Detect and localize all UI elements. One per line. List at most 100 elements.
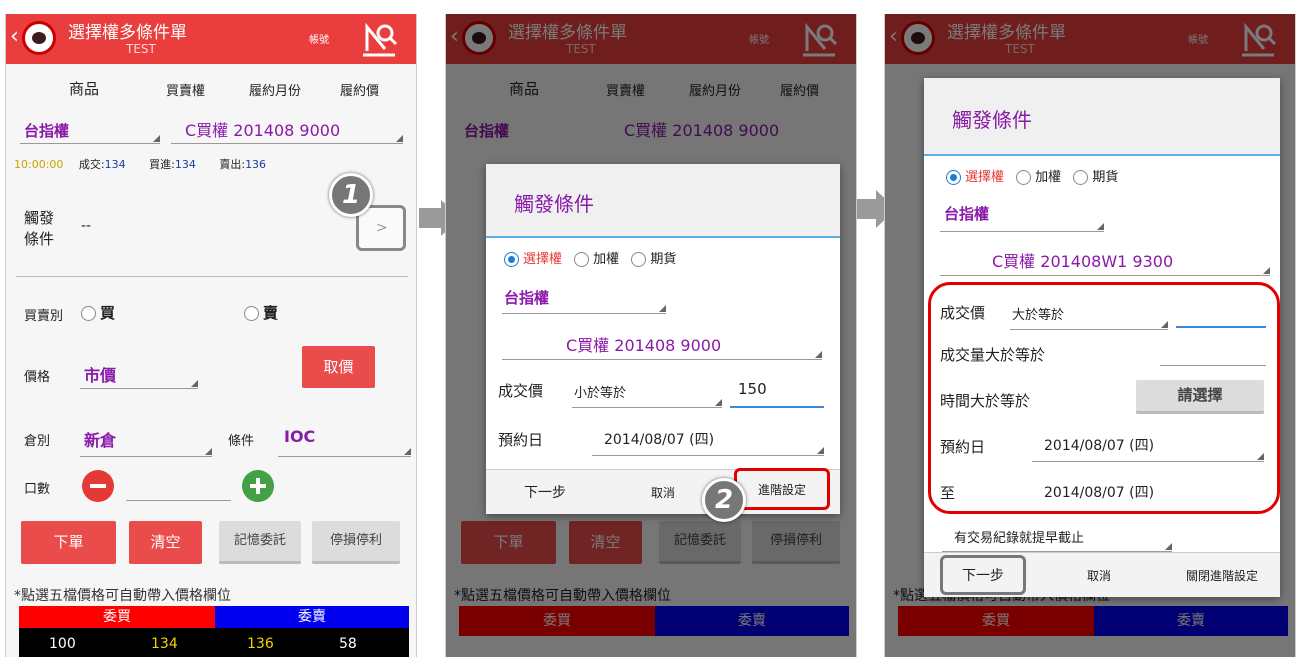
- product-select[interactable]: 台指權: [20, 114, 160, 144]
- reserve-date-select[interactable]: 2014/08/07 (四): [592, 420, 824, 456]
- get-price-button[interactable]: 取價: [302, 346, 375, 388]
- col-header-strike: 履約價: [340, 84, 380, 99]
- qty-input[interactable]: [126, 500, 231, 501]
- price-operator-value: 大於等於: [1012, 308, 1065, 323]
- dialog-product-value: 台指權: [944, 205, 990, 223]
- quote-line: 10:00:00 成交:134 買進:134 賣出:136: [14, 156, 266, 172]
- memory-order-button[interactable]: 記憶委託: [219, 521, 301, 564]
- dialog-footer: 下一步 取消 進階設定: [486, 468, 840, 514]
- advanced-settings-button[interactable]: 進階設定: [734, 468, 830, 510]
- bid-header: 委買: [19, 606, 215, 628]
- radio-selected-icon[interactable]: [504, 252, 519, 267]
- price-operator-select[interactable]: 小於等於: [572, 374, 722, 408]
- screen-advanced-dialog: ‹ 選擇權多條件單 TEST 帳號 *點選五檔價格可自動帶入價格欄位 委買 委賣…: [884, 14, 1296, 657]
- sell-radio[interactable]: 賣: [244, 302, 278, 323]
- ask-header: 委賣: [215, 606, 409, 628]
- volume-label: 成交量大於等於: [940, 346, 1046, 364]
- quote-search-icon[interactable]: [359, 19, 399, 59]
- radio-option-options[interactable]: 選擇權: [523, 252, 562, 267]
- cancel-button[interactable]: 取消: [1044, 553, 1154, 597]
- radio-option-futures[interactable]: 期貨: [650, 252, 676, 267]
- side-label: 買賣別: [24, 309, 64, 324]
- end-date-value[interactable]: 2014/08/07 (四): [1044, 482, 1154, 502]
- trigger-price-input[interactable]: 150: [730, 372, 824, 408]
- contract-select[interactable]: C買權 201408 9000: [171, 111, 403, 144]
- dialog-title: 觸發條件: [514, 192, 594, 216]
- app-title: 選擇權多條件單: [68, 23, 187, 43]
- price-type-value: 市價: [84, 366, 117, 385]
- buy-label: 買: [100, 304, 116, 322]
- screen-trigger-dialog: ‹ 選擇權多條件單 TEST 帳號 商品 買賣權 履約月份 履約價 台指權 C買…: [445, 14, 857, 657]
- screen-order-form: ‹ 選擇權多條件單 TEST 帳號 商品 買賣權 履約月份 履約價 台指權 C買…: [5, 14, 417, 657]
- book-ask-qty[interactable]: 58: [339, 636, 357, 652]
- trigger-dialog: 觸發條件 選擇權 加權 期貨 台指權 C買權 201408 9000 成交價 小…: [486, 164, 840, 514]
- book-bid-qty[interactable]: 100: [49, 636, 76, 652]
- radio-option-futures[interactable]: 期貨: [1092, 170, 1118, 185]
- radio-icon[interactable]: [631, 252, 647, 267]
- position-value: 新倉: [84, 431, 117, 450]
- order-book-row: 100 134 136 58: [19, 628, 409, 657]
- radio-option-index[interactable]: 加權: [1035, 170, 1061, 185]
- volume-input[interactable]: [1160, 365, 1266, 366]
- reserve-date-select[interactable]: 2014/08/07 (四): [1032, 426, 1264, 462]
- contract-value: C買權 201408 9000: [185, 121, 341, 140]
- early-stop-select[interactable]: 有交易紀錄就提早截止: [942, 520, 1172, 552]
- trigger-label-line2: 條件: [24, 230, 55, 248]
- reserve-date-label: 預約日: [940, 438, 986, 456]
- dialog-contract-value: C買權 201408W1 9300: [992, 252, 1174, 271]
- trigger-value: --: [81, 218, 92, 234]
- ask-label: 賣出:: [219, 158, 246, 171]
- index-type-radios[interactable]: 選擇權 加權 期貨: [946, 166, 1118, 185]
- end-date-label: 至: [940, 484, 956, 502]
- dialog-header: 觸發條件: [486, 164, 840, 238]
- price-type-select[interactable]: 市價: [80, 358, 198, 389]
- dialog-contract-value: C買權 201408 9000: [566, 336, 722, 355]
- step-marker-1: 1: [329, 173, 373, 217]
- price-label: 價格: [24, 370, 51, 385]
- col-header-product: 商品: [69, 80, 100, 98]
- buy-radio[interactable]: 買: [81, 302, 115, 323]
- divider: [16, 276, 408, 277]
- dialog-contract-select[interactable]: C買權 201408W1 9300: [940, 240, 1270, 276]
- next-step-button[interactable]: 下一步: [486, 470, 604, 514]
- app-header: ‹ 選擇權多條件單 TEST 帳號: [6, 14, 416, 64]
- price-operator-select[interactable]: 大於等於: [1010, 296, 1168, 330]
- place-order-button[interactable]: 下單: [21, 521, 116, 564]
- stop-loss-button[interactable]: 停損停利: [312, 521, 400, 564]
- clear-button[interactable]: 清空: [129, 521, 202, 564]
- radio-icon[interactable]: [1016, 170, 1032, 185]
- radio-icon[interactable]: [574, 252, 590, 267]
- back-icon[interactable]: ‹: [10, 24, 19, 49]
- trade-label: 成交:: [78, 158, 105, 171]
- account-button[interactable]: 帳號: [309, 31, 329, 46]
- dialog-contract-select[interactable]: C買權 201408 9000: [502, 324, 822, 360]
- radio-icon[interactable]: [1073, 170, 1089, 185]
- price-operator-value: 小於等於: [574, 386, 627, 401]
- position-select[interactable]: 新倉: [80, 423, 212, 457]
- hint-text: *點選五檔價格可自動帶入價格欄位: [14, 588, 231, 604]
- radio-option-options[interactable]: 選擇權: [965, 170, 1004, 185]
- radio-icon: [81, 306, 96, 321]
- close-advanced-button[interactable]: 關閉進階設定: [1164, 553, 1280, 597]
- book-bid-price[interactable]: 134: [151, 636, 178, 652]
- sell-label: 賣: [263, 304, 279, 322]
- plus-icon[interactable]: [242, 470, 274, 502]
- trigger-price-input[interactable]: [1176, 292, 1266, 328]
- choose-time-button[interactable]: 請選擇: [1136, 380, 1264, 414]
- next-step-button[interactable]: 下一步: [940, 555, 1026, 595]
- app-subtitle: TEST: [126, 42, 156, 56]
- radio-option-index[interactable]: 加權: [593, 252, 619, 267]
- index-type-radios[interactable]: 選擇權 加權 期貨: [504, 248, 676, 267]
- product-value: 台指權: [24, 122, 70, 140]
- dialog-footer: 下一步 取消 關閉進階設定: [924, 552, 1280, 597]
- bid-value: 134: [174, 158, 196, 171]
- minus-icon[interactable]: [82, 470, 114, 502]
- book-ask-price[interactable]: 136: [247, 636, 274, 652]
- radio-selected-icon[interactable]: [946, 170, 961, 185]
- dialog-product-select[interactable]: 台指權: [940, 196, 1104, 232]
- dialog-product-value: 台指權: [504, 289, 550, 307]
- quote-time: 10:00:00: [14, 158, 64, 171]
- dialog-product-select[interactable]: 台指權: [502, 280, 666, 314]
- condition-select[interactable]: IOC: [278, 423, 411, 457]
- col-header-month: 履約月份: [249, 84, 302, 99]
